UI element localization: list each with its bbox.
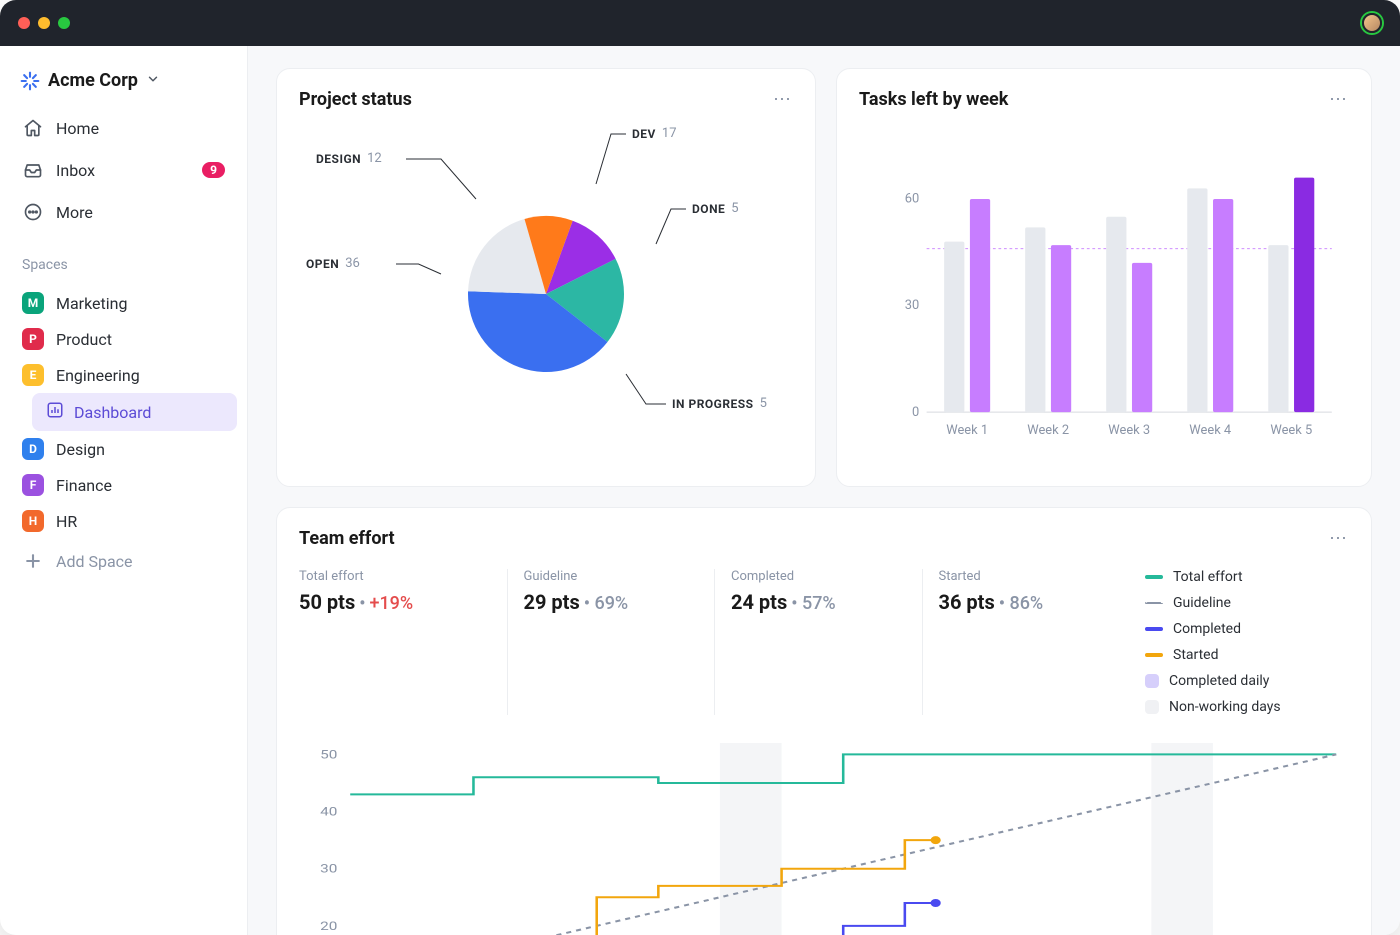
metric-total: Total effort 50 pts • +19% — [299, 569, 497, 715]
svg-text:60: 60 — [905, 192, 919, 207]
close-window[interactable] — [18, 17, 30, 29]
svg-text:Week 3: Week 3 — [1108, 423, 1150, 438]
bar-chart: 0 30 60 Week 1 Week 2 Week 3 Week 4 Week 5 — [859, 122, 1349, 466]
svg-text:Week 5: Week 5 — [1270, 423, 1312, 438]
space-name: Finance — [56, 476, 112, 495]
workspace-name: Acme Corp — [48, 70, 138, 91]
space-name: Design — [56, 440, 105, 459]
legend-row: Completed daily — [1145, 673, 1349, 689]
team-metrics: Total effort 50 pts • +19% Guideline 29 … — [299, 569, 1349, 715]
inbox-badge: 9 — [202, 162, 225, 178]
space-item[interactable]: M Marketing — [10, 285, 237, 321]
workspace-logo-icon — [20, 71, 40, 91]
card-menu-tasks-left[interactable]: ⋯ — [1329, 89, 1349, 110]
avatar[interactable] — [1362, 13, 1382, 33]
nav-home[interactable]: Home — [10, 109, 237, 147]
space-badge: F — [22, 474, 44, 496]
space-name: HR — [56, 512, 77, 531]
card-title-tasks-left: Tasks left by week — [859, 89, 1008, 110]
bar-chart-icon — [46, 401, 64, 423]
space-name: Product — [56, 330, 112, 349]
team-legend: Total effort Guideline Completed Started Com… — [1129, 569, 1349, 715]
svg-text:Week 2: Week 2 — [1027, 423, 1069, 438]
space-item[interactable]: F Finance — [10, 467, 237, 503]
home-icon — [22, 117, 44, 139]
add-space-label: Add Space — [56, 552, 133, 571]
space-item[interactable]: D Design — [10, 431, 237, 467]
metric-guideline: Guideline 29 pts • 69% — [507, 569, 705, 715]
svg-text:50: 50 — [320, 748, 337, 762]
more-icon — [22, 201, 44, 223]
card-menu-team-effort[interactable]: ⋯ — [1329, 528, 1349, 549]
legend-row: Completed — [1145, 621, 1349, 637]
metric-started: Started 36 pts • 86% — [922, 569, 1120, 715]
svg-text:20: 20 — [320, 919, 337, 933]
window-controls — [18, 17, 70, 29]
chevron-down-icon — [146, 70, 160, 91]
space-name: Engineering — [56, 366, 140, 385]
pie-chart: DEV 17DONE 5IN PROGRESS 5OPEN 36DESIGN 1… — [299, 122, 793, 466]
space-badge: H — [22, 510, 44, 532]
legend-row: Total effort — [1145, 569, 1349, 585]
sidebar: Acme Corp Home Inbox 9 — [0, 46, 248, 935]
svg-text:Week 1: Week 1 — [946, 423, 988, 438]
legend-row: Guideline — [1145, 595, 1349, 611]
card-tasks-left: Tasks left by week ⋯ 0 30 60 Week 1 Week 2 We… — [836, 68, 1372, 487]
space-badge: E — [22, 364, 44, 386]
metric-completed: Completed 24 pts • 57% — [714, 569, 912, 715]
minimize-window[interactable] — [38, 17, 50, 29]
nav-inbox-label: Inbox — [56, 161, 95, 180]
nav-home-label: Home — [56, 119, 99, 138]
main-content: Project status ⋯ DEV 17DONE 5IN PROGRESS… — [248, 46, 1400, 935]
svg-text:40: 40 — [320, 805, 337, 819]
nav-inbox[interactable]: Inbox 9 — [10, 151, 237, 189]
inbox-icon — [22, 159, 44, 181]
card-menu-project-status[interactable]: ⋯ — [773, 89, 793, 110]
svg-text:30: 30 — [905, 298, 919, 313]
space-badge: P — [22, 328, 44, 350]
zoom-window[interactable] — [58, 17, 70, 29]
titlebar — [0, 0, 1400, 46]
legend-row: Non-working days — [1145, 699, 1349, 715]
space-item[interactable]: E Engineering — [10, 357, 237, 393]
card-title-team-effort: Team effort — [299, 528, 395, 549]
space-badge: M — [22, 292, 44, 314]
legend-row: Started — [1145, 647, 1349, 663]
line-chart: 20 30 40 50 — [299, 733, 1349, 935]
space-item[interactable]: P Product — [10, 321, 237, 357]
add-space-button[interactable]: Add Space — [10, 543, 237, 579]
subnav-dashboard[interactable]: Dashboard — [32, 393, 237, 431]
svg-text:0: 0 — [912, 405, 919, 420]
card-project-status: Project status ⋯ DEV 17DONE 5IN PROGRESS… — [276, 68, 816, 487]
space-item[interactable]: H HR — [10, 503, 237, 539]
nav-more-label: More — [56, 203, 93, 222]
space-name: Marketing — [56, 294, 127, 313]
nav-more[interactable]: More — [10, 193, 237, 231]
plus-icon — [22, 550, 44, 572]
workspace-switcher[interactable]: Acme Corp — [10, 64, 237, 105]
spaces-section-label: Spaces — [10, 235, 237, 281]
space-badge: D — [22, 438, 44, 460]
card-team-effort: Team effort ⋯ Total effort 50 pts • +19%… — [276, 507, 1372, 935]
svg-text:30: 30 — [320, 862, 337, 876]
svg-text:Week 4: Week 4 — [1189, 423, 1231, 438]
